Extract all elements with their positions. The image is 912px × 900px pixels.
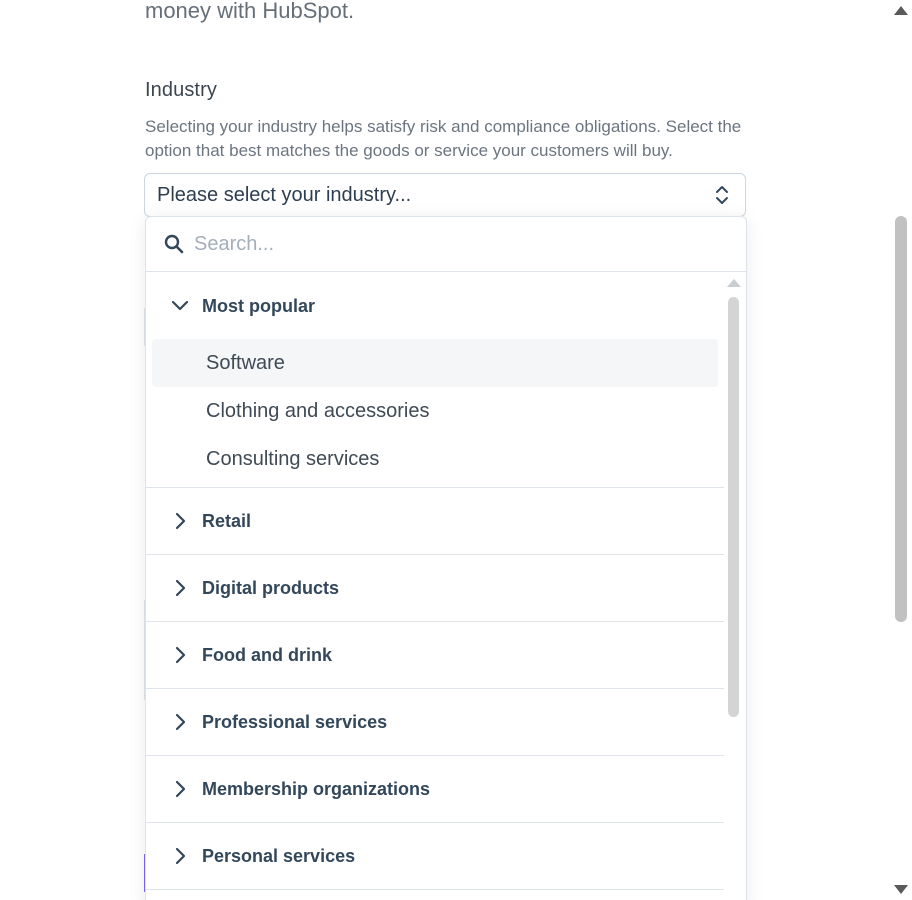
industry-label: Industry — [145, 79, 217, 101]
chevron-right-icon — [175, 847, 186, 865]
group-label: Food and drink — [202, 644, 332, 665]
group-membership-organizations[interactable]: Membership organizations — [146, 756, 724, 823]
group-digital-products[interactable]: Digital products — [146, 555, 724, 622]
intro-text: money with HubSpot. — [145, 0, 355, 23]
group-professional-services[interactable]: Professional services — [146, 689, 724, 756]
chevron-right-icon — [175, 780, 186, 798]
scroll-up-arrow-icon[interactable] — [894, 6, 908, 15]
industry-dropdown: Most popular Software Clothing and acces… — [145, 216, 747, 900]
option-clothing-and-accessories[interactable]: Clothing and accessories — [152, 387, 718, 435]
group-label: Personal services — [202, 845, 356, 866]
group-label: Digital products — [202, 577, 340, 598]
industry-option-list: Most popular Software Clothing and acces… — [146, 273, 724, 890]
search-input[interactable] — [194, 232, 714, 256]
option-consulting-services[interactable]: Consulting services — [152, 435, 718, 483]
page-scroll-thumb[interactable] — [895, 216, 907, 622]
industry-select[interactable]: Please select your industry... — [144, 173, 746, 217]
group-most-popular[interactable]: Most popular — [146, 273, 724, 339]
popular-options: Software Clothing and accessories Consul… — [146, 339, 724, 488]
group-label: Membership organizations — [202, 778, 431, 799]
industry-select-value: Please select your industry... — [157, 183, 412, 206]
option-software[interactable]: Software — [152, 339, 718, 387]
group-label: Professional services — [202, 711, 388, 732]
industry-help-text: Selecting your industry helps satisfy ri… — [145, 117, 742, 160]
scroll-down-arrow-icon[interactable] — [894, 885, 908, 894]
dropdown-scrollbar[interactable] — [722, 273, 746, 900]
dropdown-scroll-thumb[interactable] — [728, 297, 739, 717]
chevron-down-icon — [171, 300, 189, 311]
group-label: Retail — [202, 510, 252, 531]
group-retail[interactable]: Retail — [146, 488, 724, 555]
search-icon — [164, 234, 184, 254]
up-down-caret-icon — [716, 186, 728, 204]
group-food-and-drink[interactable]: Food and drink — [146, 622, 724, 689]
chevron-right-icon — [175, 713, 186, 731]
chevron-right-icon — [175, 579, 186, 597]
group-label: Most popular — [202, 295, 315, 316]
group-personal-services[interactable]: Personal services — [146, 823, 724, 890]
chevron-right-icon — [175, 512, 186, 530]
page-scrollbar[interactable] — [890, 0, 912, 900]
scroll-up-arrow-icon[interactable] — [727, 279, 741, 287]
dropdown-search — [146, 217, 746, 272]
chevron-right-icon — [175, 646, 186, 664]
page: money with HubSpot. Industry Selecting y… — [0, 0, 912, 900]
